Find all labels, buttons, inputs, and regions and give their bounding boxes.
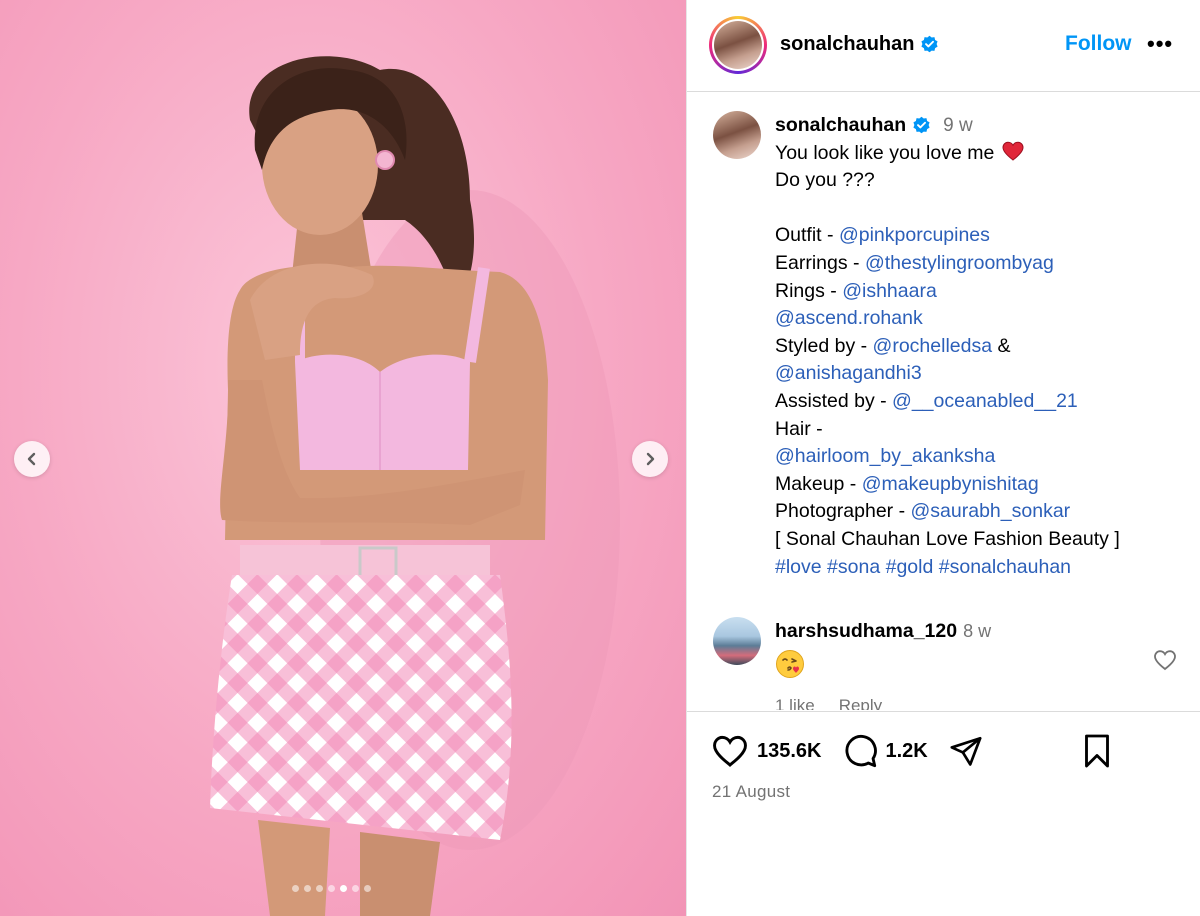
comment-timestamp: 8 w <box>963 621 992 641</box>
mention-link[interactable]: @saurabh_sonkar <box>911 500 1071 522</box>
comment-avatar[interactable] <box>713 617 761 665</box>
caption-line: #love #sona #gold #sonalchauhan <box>775 554 1185 582</box>
slide-dot <box>316 885 323 892</box>
post-date[interactable]: 21 August <box>712 782 790 802</box>
story-ring[interactable] <box>709 16 767 74</box>
slide-dot <box>352 885 359 892</box>
more-options-button[interactable]: ••• <box>1147 33 1173 55</box>
post-caption: sonalchauhan 9 w You look like you love … <box>775 112 1185 581</box>
face-blowing-kiss-icon <box>776 650 804 678</box>
slide-dot <box>340 885 347 892</box>
likes-count[interactable]: 135.6K <box>757 740 822 763</box>
post-details-panel: sonalchauhan Follow ••• sonalchauhan 9 w… <box>686 0 1200 916</box>
comment-action: 1.2K <box>842 733 928 769</box>
follow-button[interactable]: Follow <box>1065 32 1132 56</box>
mention-link[interactable]: @pinkporcupines <box>839 224 990 246</box>
comment-username[interactable]: harshsudhama_120 <box>775 620 957 643</box>
verified-badge-icon <box>913 117 930 134</box>
caption-header: sonalchauhan 9 w <box>775 112 1185 140</box>
post-actions: 135.6K 1.2K <box>711 730 1004 772</box>
comments-section[interactable]: sonalchauhan 9 w You look like you love … <box>687 93 1200 710</box>
slide-dot <box>304 885 311 892</box>
verified-badge-icon <box>921 35 939 53</box>
post-header: sonalchauhan Follow ••• <box>687 0 1200 92</box>
slide-dot <box>364 885 371 892</box>
mention-link[interactable]: @rochelledsa <box>873 335 993 357</box>
caption-text-segment: & <box>992 334 1011 357</box>
share-action <box>948 734 984 768</box>
hashtag-link[interactable]: #gold <box>886 556 934 578</box>
post-media[interactable] <box>0 0 686 916</box>
chevron-right-icon <box>646 452 655 466</box>
heart-icon[interactable] <box>711 734 749 768</box>
slide-dot <box>292 885 299 892</box>
red-heart-emoji-icon <box>1002 141 1024 161</box>
reply-button[interactable]: Reply <box>839 696 882 710</box>
divider <box>687 711 1200 712</box>
caption-line: Earrings - @thestylingroombyag <box>775 250 1185 278</box>
caption-line: @hairloom_by_akanksha <box>775 443 1185 471</box>
caption-text-segment: Styled by - <box>775 334 873 357</box>
caption-text-segment: Hair - <box>775 417 823 440</box>
caption-text-segment: Photographer - <box>775 500 911 523</box>
mention-link[interactable]: @ascend.rohank <box>775 307 923 329</box>
caption-text-segment: Earrings - <box>775 251 865 274</box>
slide-dot <box>328 885 335 892</box>
caption-text-segment: [ Sonal Chauhan Love Fashion Beauty ] <box>775 527 1120 550</box>
hashtag-link[interactable]: #sonalchauhan <box>939 556 1071 578</box>
caption-timestamp: 9 w <box>943 115 973 136</box>
caption-text-segment: You look like you love me <box>775 141 995 164</box>
mention-link[interactable]: @makeupbynishitag <box>862 473 1039 495</box>
post-photo <box>210 56 620 916</box>
author-username[interactable]: sonalchauhan <box>780 33 939 56</box>
avatar <box>714 21 762 69</box>
caption-line: Outfit - @pinkporcupines <box>775 222 1185 250</box>
caption-line: @anishagandhi3 <box>775 360 1185 388</box>
caption-text-segment: Makeup - <box>775 472 862 495</box>
mention-link[interactable]: @thestylingroombyag <box>865 252 1054 274</box>
next-slide-button[interactable] <box>632 441 668 477</box>
comment-like-count[interactable]: 1 like <box>775 696 815 710</box>
chevron-left-icon <box>27 452 36 466</box>
hashtag-link[interactable]: #love <box>775 556 822 578</box>
caption-line: Do you ??? <box>775 167 1185 195</box>
previous-slide-button[interactable] <box>14 441 50 477</box>
caption-text-segment: Assisted by - <box>775 389 893 412</box>
caption-line: @ascend.rohank <box>775 305 1185 333</box>
caption-line: Rings - @ishhaara <box>775 278 1185 306</box>
bookmark-icon[interactable] <box>1081 733 1113 769</box>
caption-avatar[interactable] <box>713 111 761 159</box>
caption-text-segment: Rings - <box>775 279 843 302</box>
share-icon[interactable] <box>948 734 984 768</box>
mention-link[interactable]: @__oceanabled__21 <box>892 390 1078 412</box>
caption-line: Photographer - @saurabh_sonkar <box>775 498 1185 526</box>
hashtag-link[interactable]: #sona <box>827 556 880 578</box>
caption-username[interactable]: sonalchauhan <box>775 112 906 140</box>
caption-line: Makeup - @makeupbynishitag <box>775 471 1185 499</box>
caption-line <box>775 195 1185 223</box>
mention-link[interactable]: @anishagandhi3 <box>775 362 922 384</box>
caption-line: Assisted by - @__oceanabled__21 <box>775 388 1185 416</box>
like-action: 135.6K <box>711 734 822 768</box>
caption-line: [ Sonal Chauhan Love Fashion Beauty ] <box>775 526 1185 554</box>
slide-indicator <box>292 885 371 892</box>
comments-count[interactable]: 1.2K <box>886 740 928 763</box>
comment-item: harshsudhama_120 8 w 1 like Reply <box>775 620 1185 710</box>
caption-line: Hair - <box>775 416 1185 444</box>
caption-text-segment: Do you ??? <box>775 169 875 192</box>
mention-link[interactable]: @ishhaara <box>842 280 937 302</box>
caption-text-segment: Outfit - <box>775 224 839 247</box>
caption-line: You look like you love me <box>775 140 1185 168</box>
comment-heart-icon[interactable] <box>1153 649 1177 671</box>
caption-line: Styled by - @rochelledsa & <box>775 333 1185 361</box>
mention-link[interactable]: @hairloom_by_akanksha <box>775 445 995 467</box>
caption-text: You look like you love me Do you ??? Outfi… <box>775 140 1185 582</box>
comment-icon[interactable] <box>842 733 878 769</box>
